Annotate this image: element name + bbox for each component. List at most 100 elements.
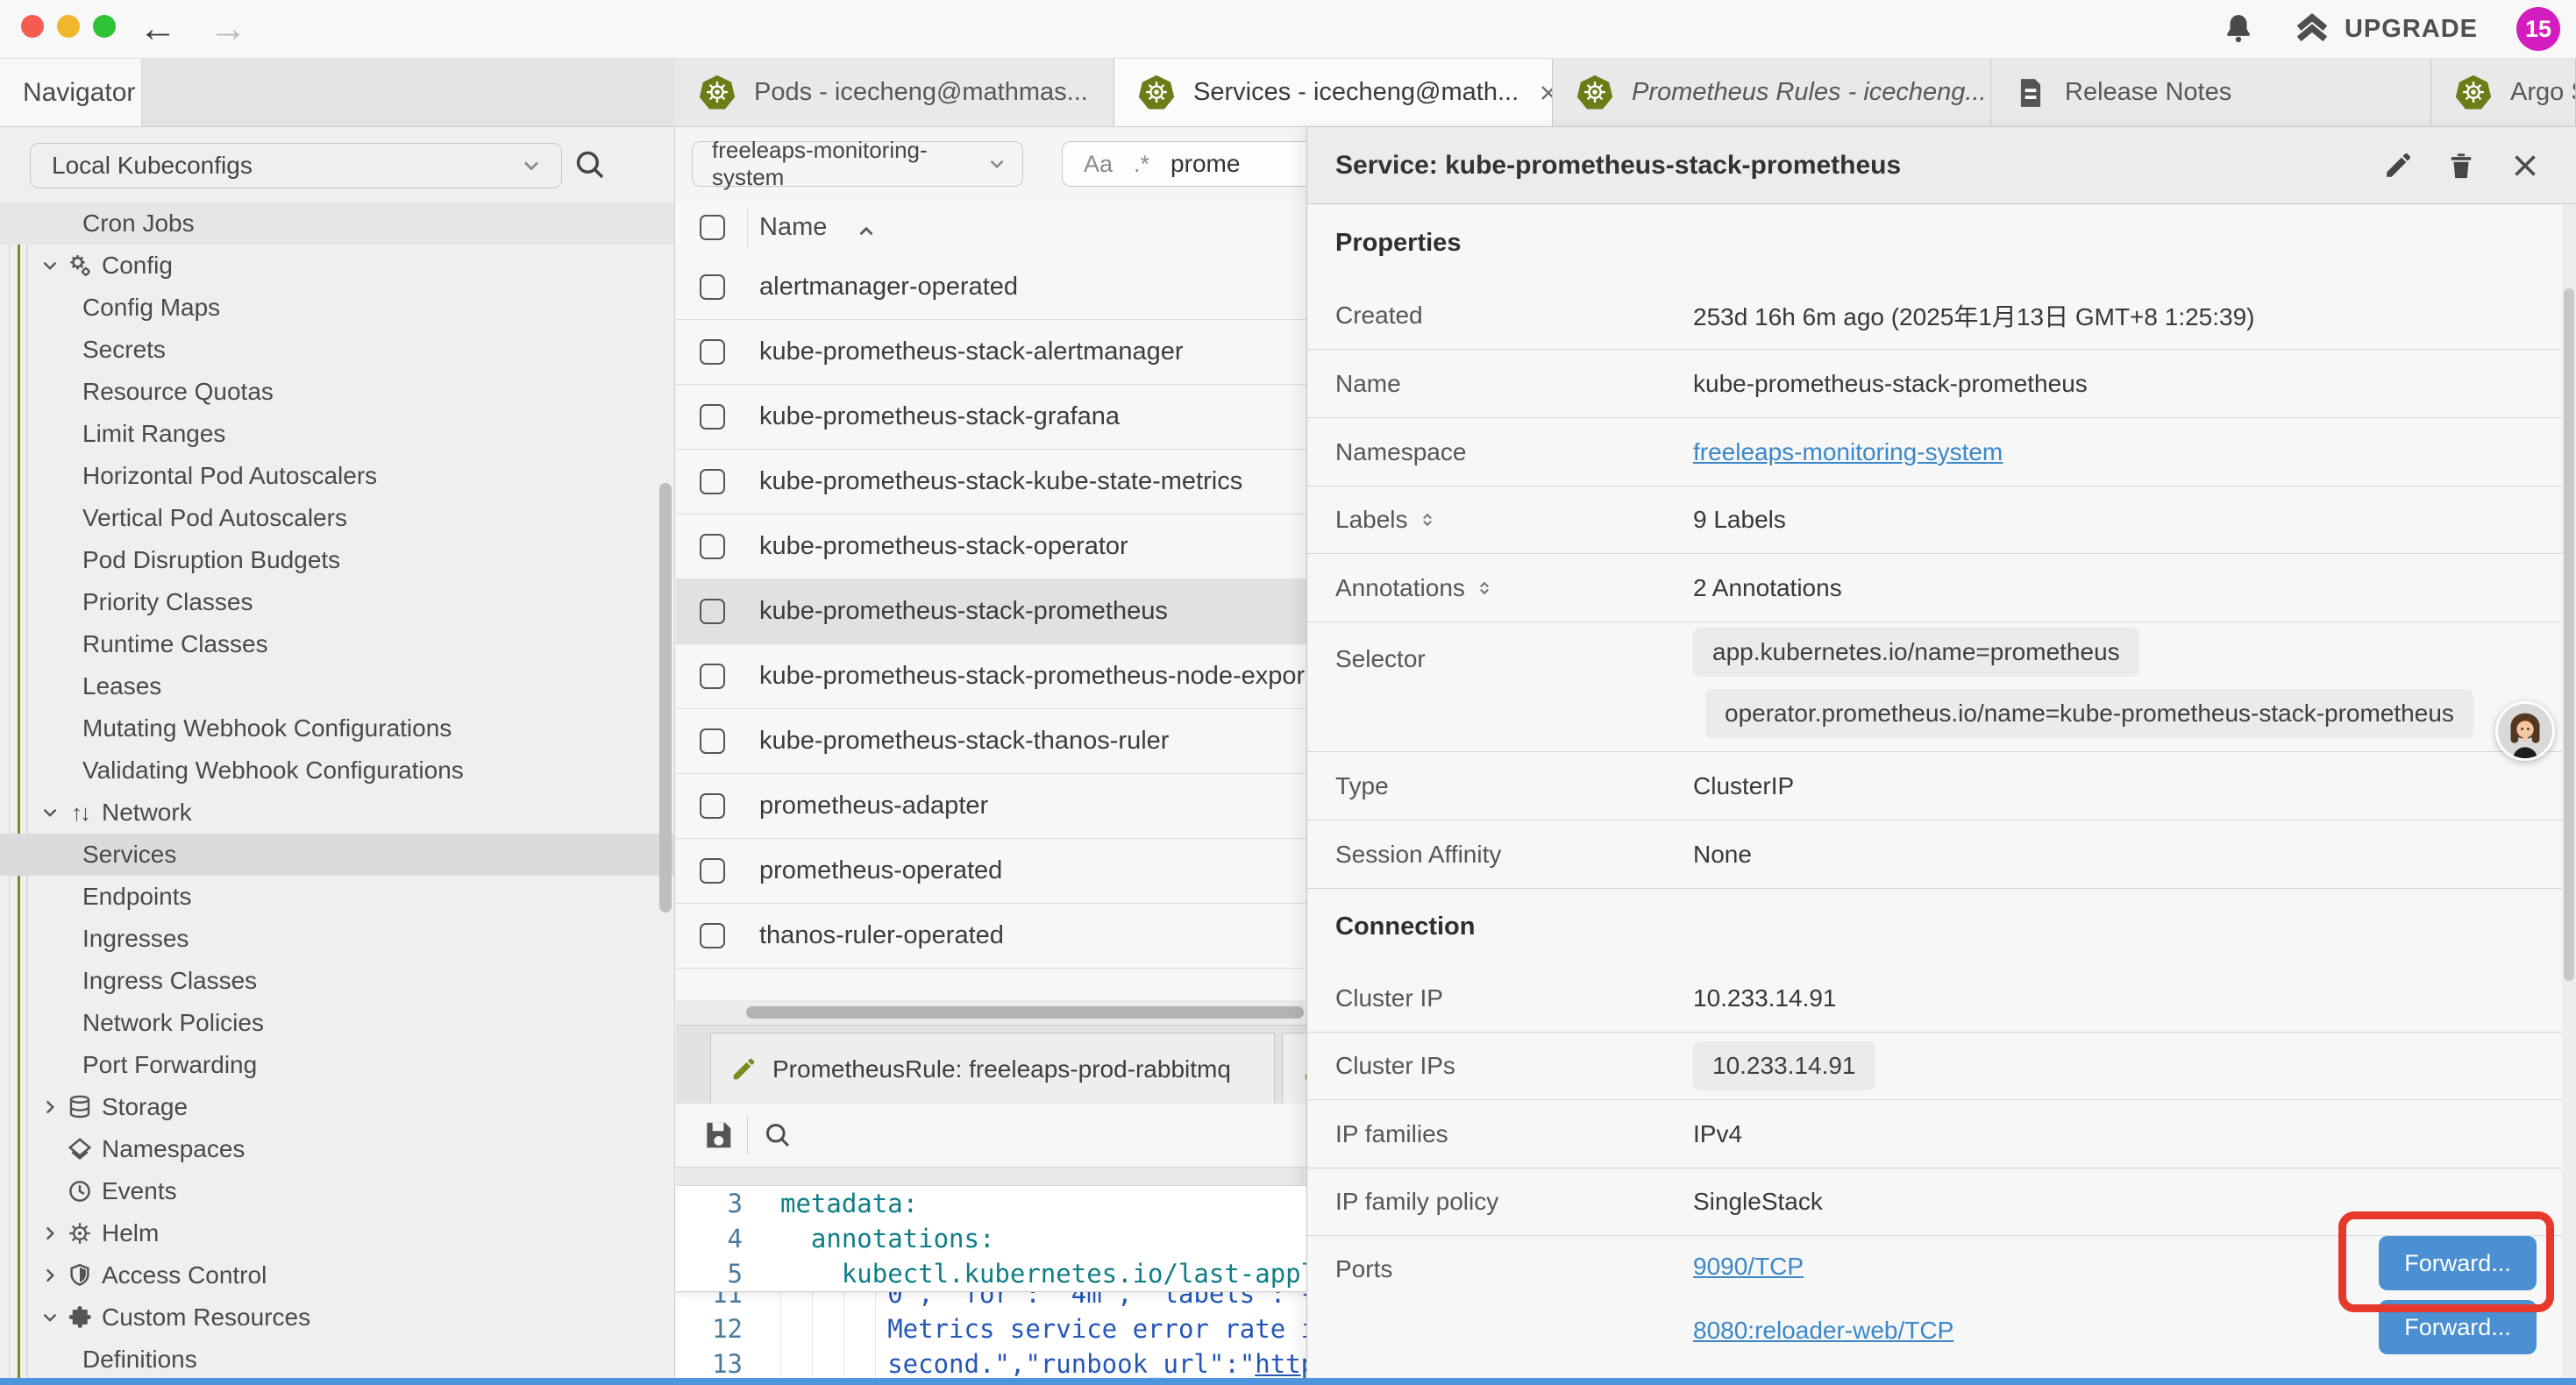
table-row-prometheus-adapter[interactable]: prometheus-adapter xyxy=(676,774,1306,839)
tab-argo-se[interactable]: Argo Se xyxy=(2431,59,2576,126)
sidebar-item-pod-disruption-budgets[interactable]: Pod Disruption Budgets xyxy=(0,539,674,581)
row-checkbox[interactable] xyxy=(700,793,725,819)
close-icon[interactable] xyxy=(2509,150,2541,181)
sidebar-item-config[interactable]: Config xyxy=(0,245,674,287)
avatar[interactable] xyxy=(2495,701,2555,761)
sort-updown-icon[interactable] xyxy=(1476,579,1493,597)
chevron-down-icon[interactable] xyxy=(39,254,61,277)
editor-search-icon[interactable] xyxy=(762,1119,793,1151)
maximize-window-button[interactable] xyxy=(93,15,116,38)
drawer-scrollbar[interactable] xyxy=(2564,288,2574,981)
navigator-panel-tab[interactable]: Navigator xyxy=(0,59,142,126)
chevron-down-icon[interactable] xyxy=(39,1306,61,1329)
runbook-url-link[interactable]: https://net xyxy=(1255,1349,1306,1378)
sidebar-item-mutating-webhook-configurations[interactable]: Mutating Webhook Configurations xyxy=(0,707,674,749)
upgrade-button[interactable]: UPGRADE xyxy=(2294,11,2478,47)
tab-pods-icecheng-mathmas[interactable]: Pods - icecheng@mathmas... xyxy=(675,59,1114,126)
delete-trash-icon[interactable] xyxy=(2446,151,2476,181)
row-checkbox[interactable] xyxy=(700,404,725,430)
row-checkbox[interactable] xyxy=(700,923,725,948)
sort-updown-icon[interactable] xyxy=(1419,511,1436,529)
sidebar-item-storage[interactable]: Storage xyxy=(0,1086,674,1128)
table-row-prometheus-operated[interactable]: prometheus-operated xyxy=(676,839,1306,904)
save-icon[interactable] xyxy=(701,1119,735,1152)
namespace-link[interactable]: freeleaps-monitoring-system xyxy=(1693,438,2003,466)
row-checkbox[interactable] xyxy=(700,469,725,494)
bell-icon[interactable] xyxy=(2222,12,2255,46)
sidebar-item-services[interactable]: Services xyxy=(0,834,674,876)
chevron-right-icon[interactable] xyxy=(39,1096,61,1119)
sidebar-item-endpoints[interactable]: Endpoints xyxy=(0,876,674,918)
row-checkbox[interactable] xyxy=(700,599,725,624)
table-row-kube-prometheus-stack-thanos-ruler[interactable]: kube-prometheus-stack-thanos-ruler xyxy=(676,709,1306,774)
sidebar-item-secrets[interactable]: Secrets xyxy=(0,329,674,371)
sidebar-item-definitions[interactable]: Definitions xyxy=(0,1339,674,1378)
sidebar-item-limit-ranges[interactable]: Limit Ranges xyxy=(0,413,674,455)
sort-ascending-icon[interactable] xyxy=(855,220,878,243)
forward-arrow-icon[interactable]: → xyxy=(209,7,247,51)
port-link-8080-reloader-web-TCP[interactable]: 8080:reloader-web/TCP xyxy=(1693,1317,1953,1345)
chevron-right-icon[interactable] xyxy=(39,1264,61,1287)
table-row-kube-prometheus-stack-prometheus[interactable]: kube-prometheus-stack-prometheus xyxy=(676,579,1306,644)
sidebar-item-cron-jobs[interactable]: Cron Jobs xyxy=(0,202,674,245)
sidebar-item-ingress-classes[interactable]: Ingress Classes xyxy=(0,960,674,1002)
sidebar-item-namespaces[interactable]: Namespaces xyxy=(0,1128,674,1170)
kubeconfig-selector[interactable]: Local Kubeconfigs xyxy=(30,143,562,188)
tab-services-icecheng-math[interactable]: Services - icecheng@math... xyxy=(1114,59,1553,126)
editor-tab[interactable]: PrometheusRule: freeleaps-prod-rabbitmq xyxy=(710,1033,1275,1104)
editor-tab-partial[interactable] xyxy=(1282,1033,1306,1104)
sidebar-item-runtime-classes[interactable]: Runtime Classes xyxy=(0,623,674,665)
match-case-toggle[interactable]: Aa xyxy=(1084,151,1113,178)
select-all-checkbox[interactable] xyxy=(700,215,725,240)
yaml-editor[interactable]: 3metadata:4 annotations:5 kubectl.kubern… xyxy=(676,1186,1306,1378)
sidebar-item-label: Limit Ranges xyxy=(0,420,225,448)
row-checkbox[interactable] xyxy=(700,274,725,300)
filter-input[interactable]: Aa .* prome xyxy=(1062,141,1306,187)
edit-pencil-icon[interactable] xyxy=(2383,151,2413,181)
table-row-kube-prometheus-stack-grafana[interactable]: kube-prometheus-stack-grafana xyxy=(676,385,1306,450)
sidebar-search-icon[interactable] xyxy=(572,146,608,183)
sidebar-item-events[interactable]: Events xyxy=(0,1170,674,1212)
table-row-alertmanager-operated[interactable]: alertmanager-operated xyxy=(676,255,1306,320)
row-checkbox[interactable] xyxy=(700,728,725,754)
sidebar-item-vertical-pod-autoscalers[interactable]: Vertical Pod Autoscalers xyxy=(0,497,674,539)
chevron-down-icon[interactable] xyxy=(39,801,61,824)
row-checkbox[interactable] xyxy=(700,664,725,689)
close-window-button[interactable] xyxy=(21,15,44,38)
back-arrow-icon[interactable]: ← xyxy=(139,7,177,51)
sidebar-scrollbar[interactable] xyxy=(659,483,672,913)
notification-badge[interactable]: 15 xyxy=(2516,7,2560,51)
sidebar-item-validating-webhook-configurations[interactable]: Validating Webhook Configurations xyxy=(0,749,674,792)
tab-prometheus-rules-icecheng[interactable]: Prometheus Rules - icecheng... xyxy=(1553,59,1991,126)
sidebar-item-network[interactable]: ↑↓Network xyxy=(0,792,674,834)
close-tab-icon[interactable] xyxy=(1536,81,1553,105)
row-checkbox[interactable] xyxy=(700,858,725,884)
row-checkbox[interactable] xyxy=(700,534,725,559)
sidebar-item-leases[interactable]: Leases xyxy=(0,665,674,707)
table-row-kube-prometheus-stack-kube-state-metrics[interactable]: kube-prometheus-stack-kube-state-metrics xyxy=(676,450,1306,515)
chevron-right-icon[interactable] xyxy=(39,1222,61,1245)
table-row-kube-prometheus-stack-operator[interactable]: kube-prometheus-stack-operator xyxy=(676,515,1306,579)
name-column-header[interactable]: Name xyxy=(759,213,827,242)
sidebar-item-resource-quotas[interactable]: Resource Quotas xyxy=(0,371,674,413)
namespace-selector[interactable]: freeleaps-monitoring-system xyxy=(692,141,1023,187)
sidebar-item-config-maps[interactable]: Config Maps xyxy=(0,287,674,329)
horizontal-scrollbar[interactable] xyxy=(746,1006,1304,1019)
table-row-thanos-ruler-operated[interactable]: thanos-ruler-operated xyxy=(676,904,1306,969)
sidebar-item-access-control[interactable]: Access Control xyxy=(0,1254,674,1296)
sidebar-item-ingresses[interactable]: Ingresses xyxy=(0,918,674,960)
table-row-kube-prometheus-stack-prometheus-node-expor[interactable]: kube-prometheus-stack-prometheus-node-ex… xyxy=(676,644,1306,709)
sidebar-item-network-policies[interactable]: Network Policies xyxy=(0,1002,674,1044)
port-link-9090-TCP[interactable]: 9090/TCP xyxy=(1693,1253,1804,1281)
tab-release-notes[interactable]: Release Notes xyxy=(1991,59,2431,126)
table-row-kube-prometheus-stack-alertmanager[interactable]: kube-prometheus-stack-alertmanager xyxy=(676,320,1306,385)
minimize-window-button[interactable] xyxy=(57,15,80,38)
sidebar-item-port-forwarding[interactable]: Port Forwarding xyxy=(0,1044,674,1086)
regex-toggle[interactable]: .* xyxy=(1134,151,1149,178)
line-number: 3 xyxy=(676,1189,764,1218)
sidebar-item-horizontal-pod-autoscalers[interactable]: Horizontal Pod Autoscalers xyxy=(0,455,674,497)
sidebar-item-priority-classes[interactable]: Priority Classes xyxy=(0,581,674,623)
sidebar-item-helm[interactable]: Helm xyxy=(0,1212,674,1254)
row-checkbox[interactable] xyxy=(700,339,725,365)
sidebar-item-custom-resources[interactable]: Custom Resources xyxy=(0,1296,674,1339)
